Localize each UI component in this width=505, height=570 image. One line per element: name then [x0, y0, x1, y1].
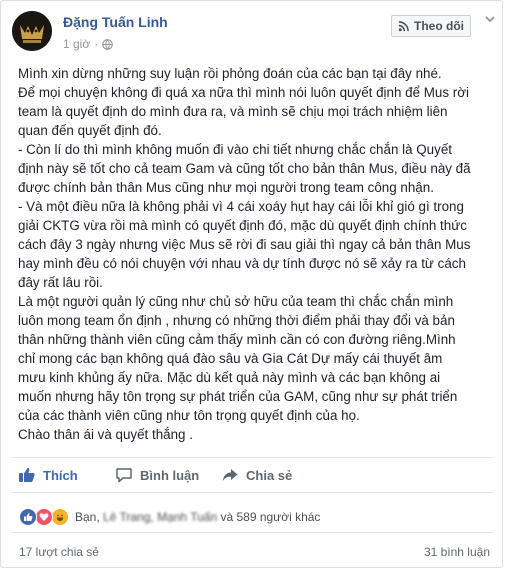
share-label: Chia sẻ: [246, 467, 293, 483]
comment-count[interactable]: 31 bình luận: [424, 545, 490, 559]
author-name[interactable]: Đặng Tuấn Linh: [63, 14, 168, 30]
post-line: được chính bản thân Mus cũng như mọi ngư…: [18, 180, 434, 195]
post-line: mưu kinh khủng ấy nữa. Mặc dù kết quả nà…: [18, 370, 441, 385]
post-text: Mình xin dừng những suy luận rồi phỏng đ…: [18, 64, 498, 444]
like-reaction-icon: [19, 508, 37, 526]
like-button[interactable]: Thích: [18, 466, 78, 484]
post-line: cách đây 3 ngày nhưng việc Mus sẽ rời đi…: [18, 237, 471, 252]
follow-label: Theo dõi: [414, 19, 464, 33]
divider: [12, 532, 493, 533]
post-line: hay mình đều có nói chuyện với nhau và d…: [18, 256, 466, 271]
globe-icon[interactable]: [102, 38, 114, 50]
post-line: đây rất lâu rồi.: [18, 275, 103, 290]
haha-reaction-icon: [51, 508, 69, 526]
thumbs-up-icon: [19, 467, 35, 482]
post-line: team là quyết định do mình đưa ra, và mì…: [18, 104, 448, 119]
more-options[interactable]: [484, 13, 496, 28]
post-line: luôn mong team ổn định , nhưng có những …: [18, 313, 455, 328]
love-reaction-icon: [35, 508, 53, 526]
share-arrow-icon: [222, 469, 238, 481]
post-line: Là một người quản lý cũng như chủ sở hữu…: [18, 294, 454, 309]
like-label: Thích: [43, 467, 78, 483]
post-line: - Còn lí do thì mình không muốn đi vào c…: [18, 142, 452, 157]
post-line: của các thành viên cũng như tôn trọng qu…: [18, 408, 360, 423]
reaction-you: Bạn,: [75, 510, 100, 524]
avatar[interactable]: [12, 11, 52, 51]
post-line: muốn nhưng hãy tôn trọng sự phát triển c…: [18, 389, 458, 404]
post-line: Chào thân ái và quyết thắng .: [18, 427, 193, 442]
post-line: quan đến quyết định đó.: [18, 123, 162, 138]
comment-icon: [116, 468, 132, 483]
reaction-names: Bạn, Lê Trang, Mạnh Tuấn và 589 người kh…: [75, 510, 320, 524]
post-actions-bar: Thích Bình luận Chia sẻ: [12, 457, 493, 493]
gam-logo-icon: [12, 11, 52, 51]
post-line: Để mọi chuyện không đi quá xa nữa thì mì…: [18, 85, 469, 100]
post-line: giải CKTG vừa rồi mà mình có quyết định …: [18, 218, 467, 233]
blurred-name: Mạnh Tuấn: [157, 510, 218, 524]
post-time[interactable]: 1 giờ: [63, 37, 90, 51]
post-line: - Và một điều nữa là không phải vì 4 cái…: [18, 199, 464, 214]
reaction-others: và 589 người khác: [220, 510, 321, 524]
post-line: định này sẽ tốt cho cả team Gam và cũng …: [18, 161, 471, 176]
rss-icon: [398, 20, 409, 31]
share-count[interactable]: 17 lượt chia sẻ: [19, 545, 99, 559]
comment-button[interactable]: Bình luận: [115, 466, 199, 484]
post-line: thân những thành viên cũng cảm thấy mình…: [18, 332, 456, 347]
reactions-summary[interactable]: Bạn, Lê Trang, Mạnh Tuấn và 589 người kh…: [19, 508, 320, 526]
post-meta: 1 giờ ·: [63, 37, 114, 51]
follow-button[interactable]: Theo dõi: [391, 15, 471, 37]
post-line: Mình xin dừng những suy luận rồi phỏng đ…: [18, 66, 442, 81]
meta-separator: ·: [94, 37, 99, 51]
chevron-down-icon: [485, 16, 495, 23]
blurred-name: Lê Trang,: [103, 510, 154, 524]
share-button[interactable]: Chia sẻ: [221, 466, 292, 484]
post-card: Đặng Tuấn Linh 1 giờ · Theo dõi Mình xin…: [0, 0, 503, 568]
comment-label: Bình luận: [140, 467, 200, 483]
post-line: chỉ mong các bạn không quá đào sâu và Gi…: [18, 351, 443, 366]
